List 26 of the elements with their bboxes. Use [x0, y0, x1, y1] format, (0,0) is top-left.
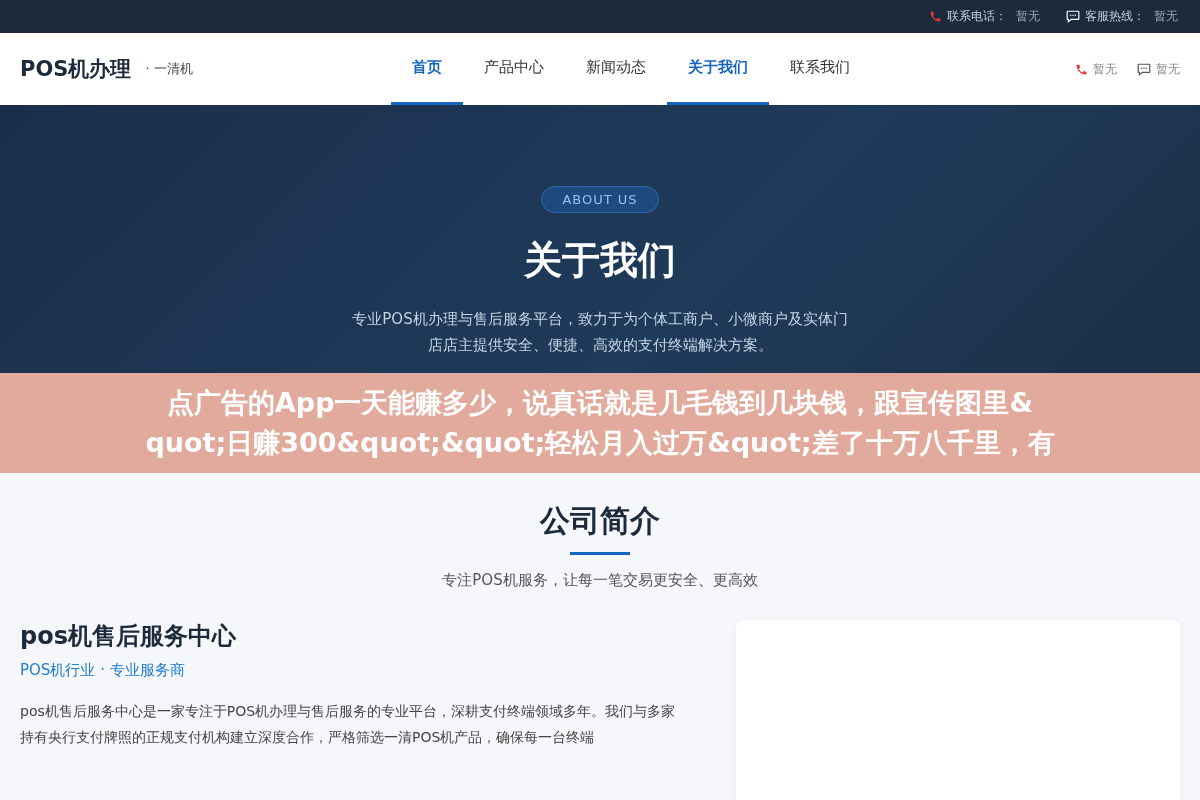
- contact-label: 客服热线：: [1085, 8, 1145, 25]
- company-name: pos机售后服务中心: [20, 621, 237, 652]
- section-subtitle: 专注POS机服务，让每一笔交易更安全、更高效: [442, 571, 758, 590]
- contact-label: 联系电话：: [947, 8, 1007, 25]
- company-description: pos机售后服务中心是一家专注于POS机办理与售后服务的专业平台，深耕支付终端领域多年。我们与多家持有央行支付牌照的正规支付机构建立深度合作，严格筛选一清POS机产品，确保每一台终端: [20, 702, 677, 747]
- phone-icon: [1075, 62, 1088, 76]
- section-title: 公司简介: [540, 502, 660, 540]
- banner-headline: quot;日赚300&quot;&quot;轻松月入过万&quot;差了十万八千里，有: [145, 426, 1055, 460]
- contact-value: 暂无: [1093, 60, 1117, 78]
- banner-headline: 点广告的App一天能赚多少，说真话就是几毛钱到几块钱，跟宣传图里&: [166, 386, 1034, 420]
- nav-link[interactable]: 产品中心: [463, 33, 565, 105]
- about-us-badge: ABOUT US: [541, 186, 659, 213]
- site-logo: POS机办理: [20, 56, 132, 83]
- chat-icon: [1066, 10, 1080, 23]
- contact-value: 暂无: [1016, 8, 1040, 25]
- site-tagline: · 一清机: [145, 60, 193, 78]
- nav-link[interactable]: 新闻动态: [565, 33, 667, 105]
- phone-icon: [929, 10, 942, 23]
- nav-link[interactable]: 联系我们: [769, 33, 871, 105]
- hero-title: 关于我们: [524, 237, 676, 284]
- hero-subtitle: 专业POS机办理与售后服务平台，致力于为个体工商户、小微商户及实体门: [352, 309, 848, 330]
- contact-value: 暂无: [1154, 8, 1178, 25]
- chat-icon: [1137, 62, 1151, 76]
- company-tagline: POS机行业 · 专业服务商: [20, 661, 185, 679]
- contact-value: 暂无: [1156, 60, 1180, 78]
- hero-subtitle: 店店主提供安全、便捷、高效的支付终端解决方案。: [427, 335, 773, 356]
